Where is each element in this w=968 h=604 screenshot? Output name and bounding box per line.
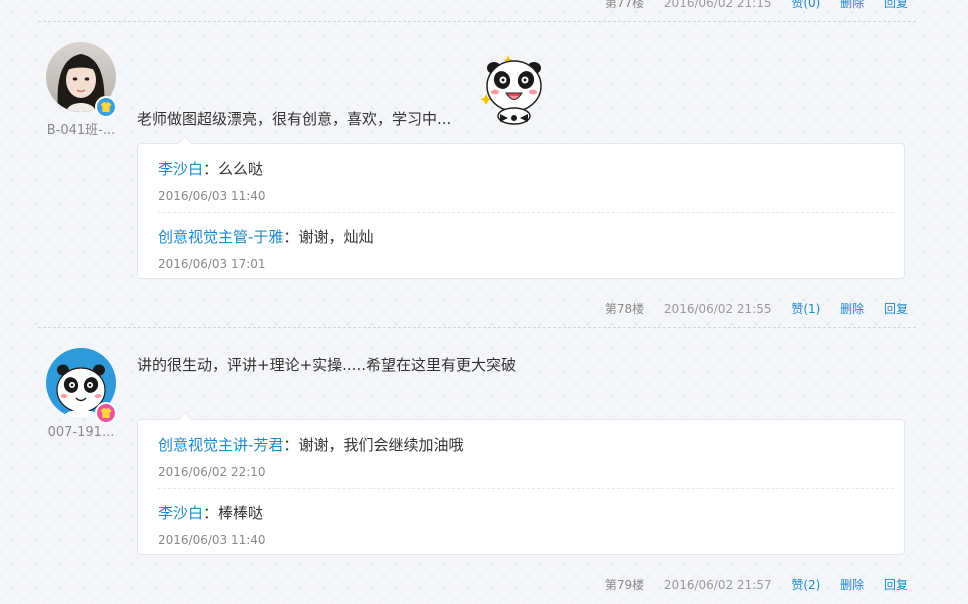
username[interactable]: 007-191... (40, 425, 122, 440)
floor-number: 第79楼 (604, 578, 645, 592)
like-button[interactable]: 赞(0) (791, 0, 820, 10)
reply-author[interactable]: 创意视觉主管-于雅 (158, 228, 283, 246)
reply-item: 李沙白：棒棒哒 2016/06/03 11:40 (158, 502, 894, 547)
reply-author[interactable]: 创意视觉主讲-芳君 (158, 436, 283, 454)
reply-content: 李沙白：么么哒 (158, 158, 894, 179)
tshirt-icon (95, 96, 117, 118)
reply-button[interactable]: 回复 (884, 302, 908, 316)
reply-list: 李沙白：么么哒 2016/06/03 11:40 创意视觉主管-于雅：谢谢，灿灿… (137, 136, 905, 279)
reply-time: 2016/06/03 11:40 (158, 189, 266, 203)
reply-item: 李沙白：么么哒 2016/06/03 11:40 (158, 158, 894, 203)
post-text: 讲的很生动，评讲+理论+实操.....希望在这里有更大突破 (137, 356, 516, 374)
reply-content: 创意视觉主管-于雅：谢谢，灿灿 (158, 226, 894, 247)
delete-button[interactable]: 删除 (840, 302, 864, 316)
reply-content: 创意视觉主讲-芳君：谢谢，我们会继续加油哦 (158, 434, 894, 455)
post-time: 2016/06/02 21:15 (663, 0, 772, 10)
delete-button[interactable]: 删除 (840, 0, 864, 10)
reply-text: 谢谢，我们会继续加油哦 (298, 436, 464, 454)
tshirt-icon (95, 402, 117, 424)
reply-time: 2016/06/02 22:10 (158, 465, 266, 479)
reply-button[interactable]: 回复 (884, 0, 908, 10)
reply-separator: ： (203, 160, 219, 178)
floor-number: 第78楼 (604, 302, 645, 316)
reply-separator: ： (283, 228, 299, 246)
reply-text: 谢谢，灿灿 (298, 228, 374, 246)
panda-sticker-icon (478, 52, 550, 130)
reply-text: 棒棒哒 (218, 504, 264, 522)
reply-button[interactable]: 回复 (884, 578, 908, 592)
post-meta-77: 第77楼 2016/06/02 21:15 赞(0) 删除 回复 (589, 0, 908, 11)
post-time: 2016/06/02 21:57 (663, 578, 772, 592)
reply-author[interactable]: 李沙白 (158, 504, 203, 522)
post-divider (38, 327, 916, 328)
reply-content: 李沙白：棒棒哒 (158, 502, 894, 523)
reply-item: 创意视觉主管-于雅：谢谢，灿灿 2016/06/03 17:01 (158, 226, 894, 271)
reply-separator: ： (283, 436, 299, 454)
reply-divider (158, 488, 894, 489)
reply-item: 创意视觉主讲-芳君：谢谢，我们会继续加油哦 2016/06/02 22:10 (158, 434, 894, 479)
username[interactable]: B-041班-... (40, 119, 122, 138)
post-text: 老师做图超级漂亮，很有创意，喜欢，学习中... (137, 110, 452, 128)
post-divider (38, 21, 916, 22)
reply-time: 2016/06/03 17:01 (158, 257, 266, 271)
like-button[interactable]: 赞(2) (791, 578, 820, 592)
reply-text: 么么哒 (218, 160, 264, 178)
reply-divider (158, 212, 894, 213)
reply-time: 2016/06/03 11:40 (158, 533, 266, 547)
post-time: 2016/06/02 21:55 (663, 302, 772, 316)
delete-button[interactable]: 删除 (840, 578, 864, 592)
reply-author[interactable]: 李沙白 (158, 160, 203, 178)
post-meta-79: 第79楼 2016/06/02 21:57 赞(2) 删除 回复 (589, 576, 908, 593)
like-button[interactable]: 赞(1) (791, 302, 820, 316)
floor-number: 第77楼 (604, 0, 645, 10)
reply-list: 创意视觉主讲-芳君：谢谢，我们会继续加油哦 2016/06/02 22:10 李… (137, 412, 905, 555)
post-meta-78: 第78楼 2016/06/02 21:55 赞(1) 删除 回复 (589, 300, 908, 317)
reply-separator: ： (203, 504, 219, 522)
